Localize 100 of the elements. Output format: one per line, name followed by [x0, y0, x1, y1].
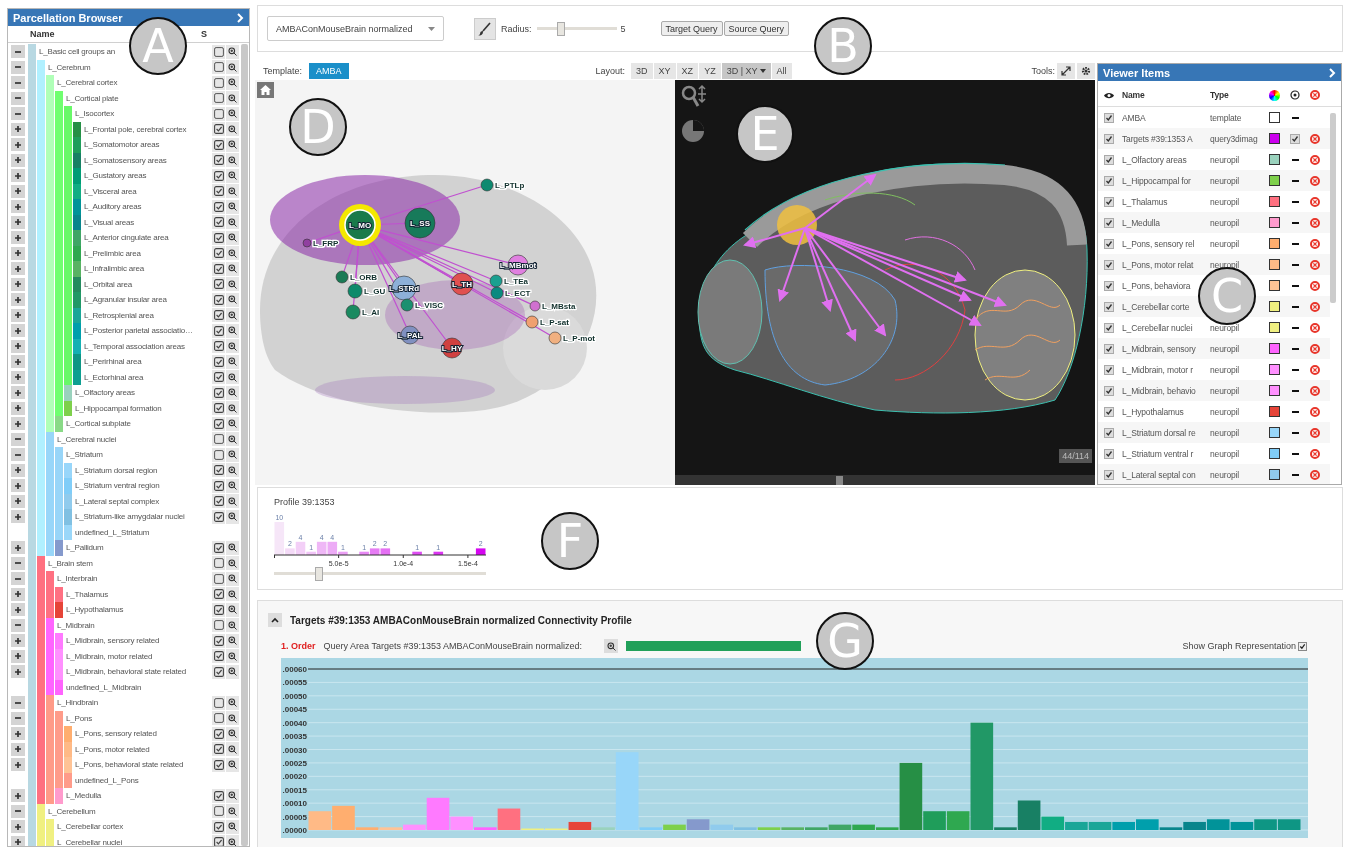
tree-item-label[interactable]: L_Striatum ventral region [73, 481, 211, 491]
node-label: L_FRP [313, 239, 339, 248]
y-tick-label: .00015 [282, 785, 307, 795]
item-type: neuropil [1209, 469, 1241, 480]
tree-item-label[interactable]: L_Medulla [64, 791, 211, 801]
tree-item-label[interactable]: L_Brain stem [46, 558, 211, 568]
tree-item-label[interactable]: L_Prelimbic area [82, 248, 211, 258]
item-type: neuropil [1209, 385, 1241, 396]
layout-button[interactable]: 3D | XY [721, 63, 772, 79]
y-tick-label: .00025 [282, 758, 307, 768]
tree-item-label[interactable]: L_Cerebral cortex [55, 78, 211, 88]
layout-button[interactable]: XY [653, 63, 677, 79]
node-label: L_PAL [397, 331, 423, 340]
tree-item-label[interactable]: L_Pallidum [64, 543, 211, 553]
item-name: L_Lateral septal con [1121, 469, 1197, 480]
item-name: L_Olfactory areas [1121, 154, 1188, 165]
tree-item-label[interactable]: L_Cortical subplate [64, 419, 211, 429]
tree-item-label[interactable]: L_Striatum-like amygdalar nuclei [73, 512, 211, 522]
node-label: L_VISC [415, 301, 443, 310]
node-label: L_P-mot [563, 334, 595, 343]
tree-item-label[interactable]: L_Midbrain, behavioral state related [64, 667, 211, 677]
layout-button[interactable]: 3D [631, 63, 654, 79]
item-name: AMBA [1121, 112, 1147, 123]
tree-item-label[interactable]: L_Cerebral nuclei [55, 434, 211, 444]
tree-item-label[interactable]: L_Perirhinal area [82, 357, 211, 367]
panel-title: Parcellation Browser [13, 11, 123, 24]
tree-item-label[interactable]: L_Striatum dorsal region [73, 465, 211, 475]
item-name: L_Striatum ventral r [1121, 448, 1195, 459]
item-type: neuropil [1209, 322, 1241, 333]
tree-item-label[interactable]: L_Midbrain, sensory related [64, 636, 211, 646]
y-tick-label: .00045 [282, 705, 307, 715]
layout-button[interactable]: YZ [699, 63, 722, 79]
y-tick-label: .00035 [282, 732, 307, 742]
item-name: L_Striatum dorsal re [1121, 427, 1197, 438]
y-tick-label: .00010 [282, 799, 307, 809]
tree-item-label[interactable]: L_Hippocampal formation [73, 403, 211, 413]
tree-item-label[interactable]: L_Thalamus [64, 589, 211, 599]
tree-item-label[interactable]: L_Hindbrain [55, 698, 211, 708]
tree-item-label[interactable]: L_Midbrain [55, 620, 211, 630]
tree-item-label[interactable]: undefined_L_Midbrain [64, 682, 211, 692]
dataset-dropdown[interactable]: AMBAConMouseBrain normalized [267, 16, 444, 41]
node-label: L_P-sat [540, 318, 569, 327]
query-button[interactable]: Source Query [723, 21, 790, 36]
item-type: neuropil [1209, 196, 1241, 207]
tree-item-label[interactable]: L_Cerebellar nuclei [55, 837, 211, 846]
tree-item-label[interactable]: L_Hypothalamus [64, 605, 211, 615]
tree-item-label[interactable]: L_Gustatory areas [82, 171, 211, 181]
tree-item-label[interactable]: L_Cerebellum [46, 806, 211, 816]
tree-item-label[interactable]: L_Frontal pole, cerebral cortex [82, 124, 211, 134]
tree-item-label[interactable]: undefined_L_Striatum [73, 527, 211, 537]
tree-item-label[interactable]: L_Temporal association areas [82, 341, 211, 351]
node-label: L_SS [410, 219, 430, 228]
tree-item-label[interactable]: L_Cerebellar cortex [55, 822, 211, 832]
layout-button[interactable]: All [771, 63, 793, 79]
tree-item-label[interactable]: L_Infralimbic area [82, 264, 211, 274]
tree-item-label[interactable]: L_Lateral septal complex [73, 496, 211, 506]
item-name: L_Thalamus [1121, 196, 1169, 207]
item-type: template [1209, 112, 1243, 123]
column-heading: S [201, 29, 208, 39]
tree-item-label[interactable]: L_Olfactory areas [73, 388, 211, 398]
tree-item-label[interactable]: L_Isocortex [73, 109, 211, 119]
item-name: L_Pons, motor relat [1121, 259, 1195, 270]
layout-label: Layout: [595, 66, 626, 76]
y-tick-label: .00050 [282, 691, 307, 701]
y-tick-label: .00060 [282, 665, 307, 674]
section-title: Targets #39:1353 AMBAConMouseBrain normalized Connectivity Profile [290, 614, 632, 626]
radius-label: Radius: [501, 23, 532, 34]
tree-item-label[interactable]: L_Anterior cingulate area [82, 233, 211, 243]
tree-item-label[interactable]: L_Auditory areas [82, 202, 211, 212]
tree-item-label[interactable]: undefined_L_Pons [73, 775, 211, 785]
item-type: neuropil [1209, 406, 1241, 417]
tree-item-label[interactable]: L_Retrosplenial area [82, 310, 211, 320]
tree-item-label[interactable]: L_Pons, sensory related [73, 729, 211, 739]
graph-toggle-label: Show Graph Representation [1182, 641, 1296, 651]
template-button[interactable]: AMBA [309, 63, 349, 79]
item-type: neuropil [1209, 217, 1241, 228]
tree-item-label[interactable]: L_Somatomotor areas [82, 140, 211, 150]
y-tick-label: .00055 [282, 678, 307, 688]
tree-item-label[interactable]: L_Pons [64, 713, 211, 723]
tree-item-label[interactable]: L_Somatosensory areas [82, 155, 211, 165]
tree-item-label[interactable]: L_Pons, motor related [73, 744, 211, 754]
item-name: Targets #39:1353 A [1121, 133, 1194, 144]
tree-item-label[interactable]: L_Interbrain [55, 574, 211, 584]
tree-item-label[interactable]: L_Visceral area [82, 186, 211, 196]
y-tick-label: .00000 [282, 826, 307, 835]
tree-item-label[interactable]: L_Visual areas [82, 217, 211, 227]
node-label: L_AI [362, 308, 380, 317]
tree-item-label[interactable]: L_Pons, behavioral state related [73, 760, 211, 770]
tree-item-label[interactable]: L_Ectorhinal area [82, 372, 211, 382]
query-button[interactable]: Target Query [660, 21, 723, 36]
y-tick-label: .00040 [282, 718, 307, 728]
order-label: 1. Order [281, 641, 316, 651]
tree-item-label[interactable]: L_Midbrain, motor related [64, 651, 211, 661]
tree-item-label[interactable]: L_Posterior parietal associatio… [82, 326, 211, 336]
layout-button[interactable]: XZ [676, 63, 700, 79]
tree-item-label[interactable]: L_Agranular insular area [82, 295, 211, 305]
tree-item-label[interactable]: L_Cortical plate [64, 93, 211, 103]
tree-item-label[interactable]: L_Orbital area [82, 279, 211, 289]
tree-item-label[interactable]: L_Striatum [64, 450, 211, 460]
node-label: L_ECT [505, 289, 531, 298]
